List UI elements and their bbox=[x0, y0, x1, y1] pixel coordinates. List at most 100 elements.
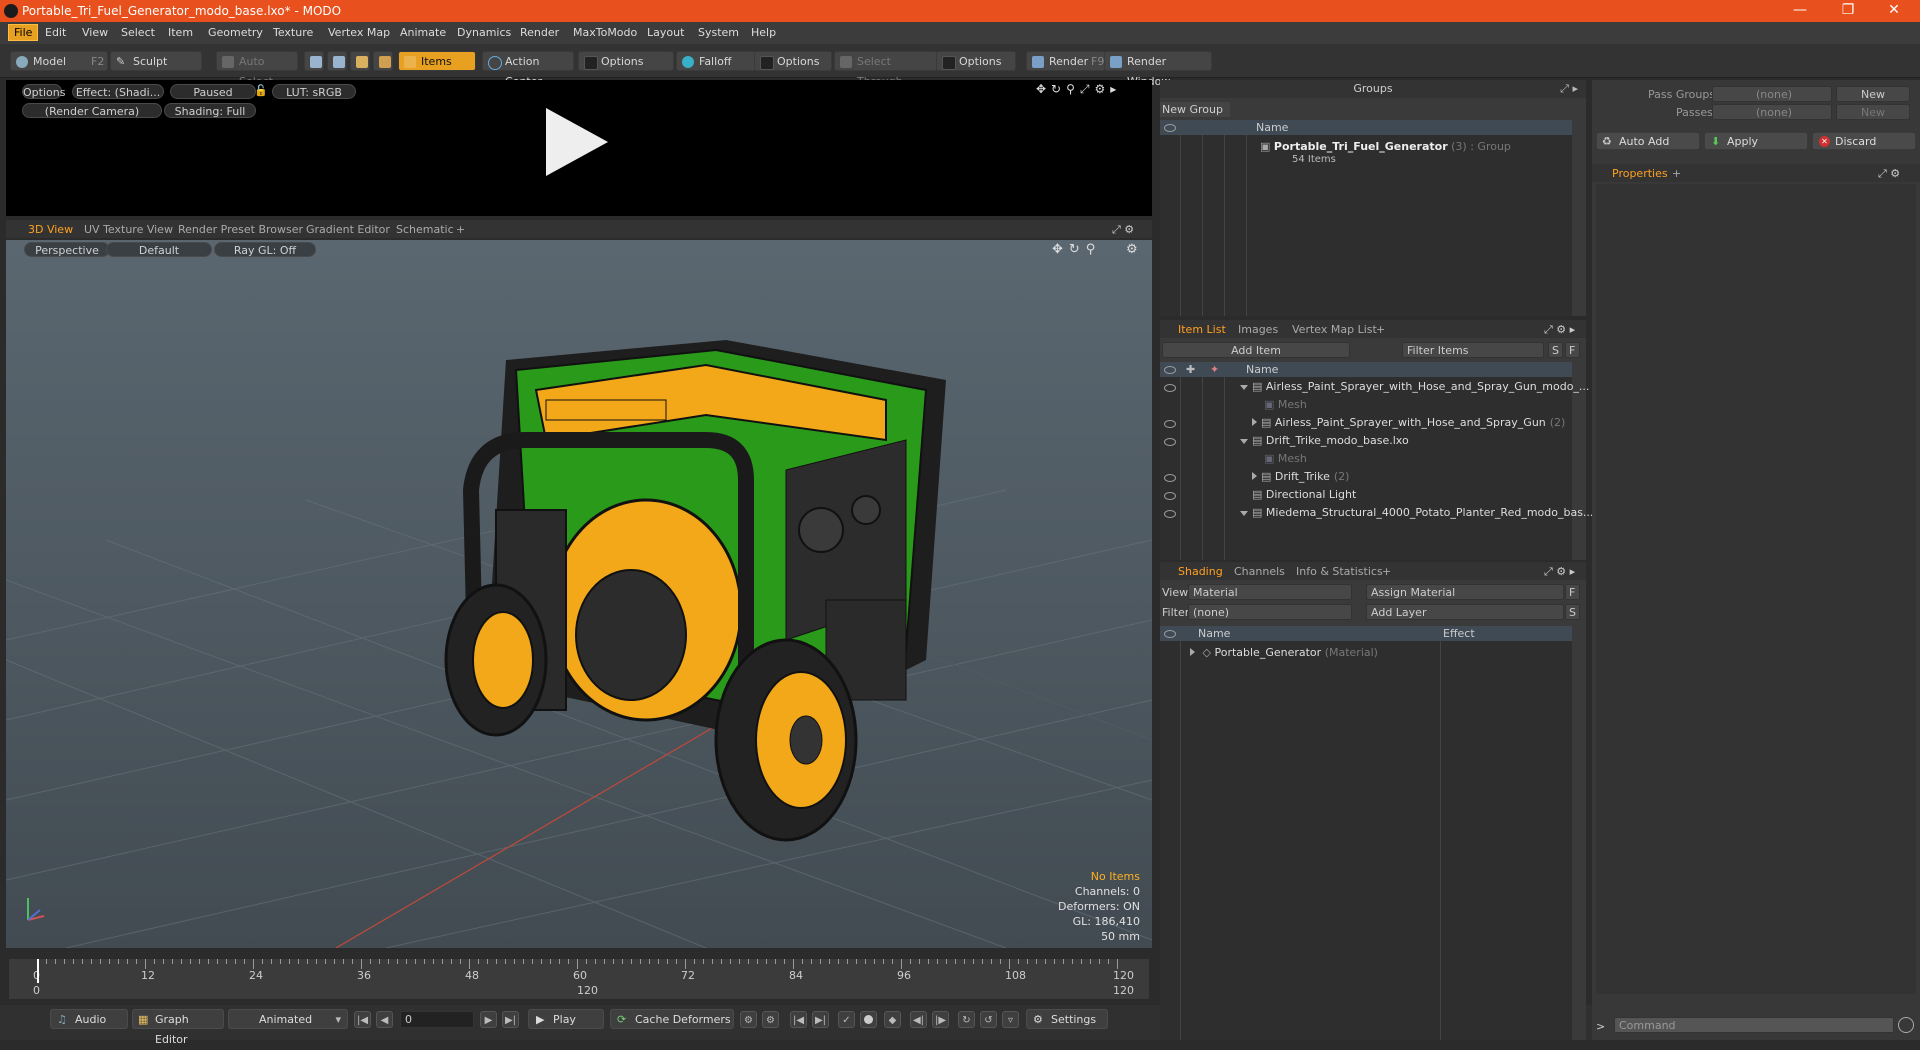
expand-arrow-icon[interactable] bbox=[1240, 385, 1248, 390]
item-list-f-button[interactable]: F bbox=[1565, 342, 1580, 358]
menu-geometry[interactable]: Geometry bbox=[208, 26, 263, 39]
shading-f-button[interactable]: F bbox=[1565, 584, 1580, 600]
menu-view[interactable]: View bbox=[82, 26, 108, 39]
polygon-mode-button[interactable] bbox=[350, 51, 370, 71]
add-tab-icon[interactable]: + bbox=[456, 223, 465, 236]
next-frame-button[interactable]: ▶ bbox=[480, 1011, 497, 1028]
select-options-button[interactable]: Options bbox=[936, 51, 1016, 71]
lut-dropdown[interactable]: LUT: sRGB bbox=[272, 84, 356, 99]
expand-arrow-icon[interactable] bbox=[1252, 418, 1257, 426]
first-frame-button[interactable]: |◀ bbox=[354, 1011, 371, 1028]
restore-icon[interactable]: ❐ bbox=[1828, 2, 1868, 18]
paused-button[interactable]: Paused bbox=[170, 84, 256, 99]
items-mode-button[interactable]: Items bbox=[398, 51, 476, 71]
tab-info-statistics[interactable]: Info & Statistics bbox=[1296, 565, 1383, 578]
action-center-options-button[interactable]: Options bbox=[578, 51, 674, 71]
tab-3d-view[interactable]: 3D View bbox=[28, 223, 73, 236]
skip-back-icon[interactable]: ◀| bbox=[910, 1011, 927, 1028]
add-layer-dropdown[interactable]: Add Layer bbox=[1366, 604, 1564, 620]
auto-key-icon[interactable]: ✓ bbox=[838, 1011, 855, 1028]
loop-icon[interactable]: ↻ bbox=[958, 1011, 975, 1028]
add-tab-icon[interactable]: + bbox=[1376, 323, 1385, 336]
add-tab-icon[interactable]: + bbox=[1672, 167, 1681, 180]
material-row[interactable]: ◇ Portable_Generator (Material) bbox=[1190, 646, 1378, 659]
visibility-eye-icon[interactable] bbox=[1164, 510, 1176, 518]
visibility-eye-icon[interactable] bbox=[1164, 474, 1176, 482]
render-window-button[interactable]: Render Window bbox=[1104, 51, 1212, 88]
tab-vertex-map-list[interactable]: Vertex Map List bbox=[1292, 323, 1377, 336]
menu-select[interactable]: Select bbox=[121, 26, 155, 39]
expand-arrow-icon[interactable] bbox=[1190, 648, 1195, 656]
filter-items-input[interactable]: Filter Items bbox=[1402, 342, 1544, 358]
animated-dropdown[interactable]: Animated ▾ bbox=[228, 1009, 348, 1029]
vertex-mode-button[interactable] bbox=[304, 51, 324, 71]
visibility-eye-icon[interactable] bbox=[1164, 384, 1176, 392]
menu-help[interactable]: Help bbox=[751, 26, 776, 39]
filter-dropdown[interactable]: (none) bbox=[1188, 604, 1352, 620]
tab-channels[interactable]: Channels bbox=[1234, 565, 1285, 578]
discard-button[interactable]: ✕ Discard bbox=[1812, 132, 1916, 150]
sync-icon[interactable]: ↺ bbox=[980, 1011, 997, 1028]
audio-button[interactable]: ♫ Audio bbox=[50, 1009, 128, 1029]
item-row[interactable]: ▣ Mesh bbox=[1264, 398, 1307, 411]
command-input[interactable]: Command bbox=[1614, 1017, 1894, 1033]
falloff-options-button[interactable]: Options bbox=[754, 51, 832, 71]
item-list-expand-icon[interactable]: ⤢ ⚙ ▸ bbox=[1544, 323, 1575, 337]
eye-icon[interactable] bbox=[1164, 124, 1176, 132]
minimize-icon[interactable]: — bbox=[1780, 2, 1820, 18]
visibility-eye-icon[interactable] bbox=[1164, 492, 1176, 500]
play-button[interactable]: ▶ Play bbox=[528, 1009, 604, 1029]
expand-arrow-icon[interactable] bbox=[1240, 439, 1248, 444]
item-list-s-button[interactable]: S bbox=[1548, 342, 1563, 358]
item-row[interactable]: ▤ Drift_Trike_modo_base.lxo bbox=[1240, 434, 1409, 447]
viewport-3d[interactable]: Perspective Default Ray GL: Off ✥↻⚲ ⚙ No… bbox=[6, 240, 1152, 948]
eye-icon[interactable] bbox=[1164, 630, 1176, 638]
prev-frame-button[interactable]: ◀ bbox=[376, 1011, 393, 1028]
menu-vertex-map[interactable]: Vertex Map bbox=[328, 26, 390, 39]
action-center-button[interactable]: Action Center bbox=[482, 51, 574, 88]
auto-add-button[interactable]: ♻ Auto Add bbox=[1596, 132, 1700, 150]
timeline[interactable]: 0 12 24 36 48 60 72 84 96 108 120 0 120 … bbox=[8, 958, 1150, 1000]
camera-dropdown[interactable]: (Render Camera) bbox=[22, 103, 162, 118]
tab-images[interactable]: Images bbox=[1238, 323, 1278, 336]
prev-key-icon[interactable]: |◀ bbox=[790, 1011, 807, 1028]
lock-icon[interactable]: ✚ bbox=[1186, 362, 1195, 377]
menu-layout[interactable]: Layout bbox=[647, 26, 684, 39]
item-row[interactable]: ▤ Directional Light bbox=[1252, 488, 1356, 501]
item-row[interactable]: ▣ Mesh bbox=[1264, 452, 1307, 465]
eye-icon[interactable] bbox=[1164, 366, 1176, 374]
keyframe-icon[interactable]: ◆ bbox=[884, 1011, 901, 1028]
shading-expand-icon[interactable]: ⤢ ⚙ ▸ bbox=[1544, 565, 1575, 579]
tab-schematic[interactable]: Schematic bbox=[396, 223, 454, 236]
record-icon[interactable] bbox=[860, 1011, 877, 1028]
expand-arrow-icon[interactable] bbox=[1252, 472, 1257, 480]
item-row[interactable]: ▤ Airless_Paint_Sprayer_with_Hose_and_Sp… bbox=[1252, 416, 1565, 429]
groups-expand-icon[interactable]: ⤢ ▸ bbox=[1560, 82, 1578, 96]
tab-properties[interactable]: Properties bbox=[1612, 167, 1668, 180]
play-icon[interactable] bbox=[546, 108, 608, 176]
lock-icon[interactable]: 🔓 bbox=[254, 84, 268, 97]
menu-file[interactable]: File bbox=[8, 24, 39, 41]
close-icon[interactable]: ✕ bbox=[1874, 2, 1914, 18]
key-icon[interactable]: ⚙ bbox=[740, 1011, 757, 1028]
preview-controls-icons[interactable]: ✥↻⚲⤢⚙▸ bbox=[1036, 82, 1121, 97]
frame-input[interactable]: 0 bbox=[400, 1011, 474, 1028]
shading-s-button[interactable]: S bbox=[1565, 604, 1580, 620]
tab-item-list[interactable]: Item List bbox=[1178, 323, 1226, 336]
menu-animate[interactable]: Animate bbox=[400, 26, 446, 39]
group-row[interactable]: ▣ Portable_Tri_Fuel_Generator (3) : Grou… bbox=[1260, 140, 1511, 153]
filter-icon[interactable]: ▿ bbox=[1002, 1011, 1019, 1028]
visibility-eye-icon[interactable] bbox=[1164, 420, 1176, 428]
edge-mode-button[interactable] bbox=[327, 51, 347, 71]
select-through-button[interactable]: Select Through bbox=[834, 51, 938, 88]
sculpt-button[interactable]: ✎ Sculpt bbox=[110, 51, 202, 71]
key-all-icon[interactable]: ⚙ bbox=[762, 1011, 779, 1028]
menu-system[interactable]: System bbox=[698, 26, 739, 39]
preview-options-button[interactable]: Options bbox=[22, 84, 65, 99]
visibility-eye-icon[interactable] bbox=[1164, 438, 1176, 446]
playhead[interactable] bbox=[37, 959, 39, 983]
new-pass-button[interactable]: New bbox=[1836, 104, 1910, 120]
tab-gradient-editor[interactable]: Gradient Editor bbox=[306, 223, 390, 236]
add-item-dropdown[interactable]: Add Item bbox=[1162, 342, 1350, 358]
item-row[interactable]: ▤ Drift_Trike (2) bbox=[1252, 470, 1349, 483]
